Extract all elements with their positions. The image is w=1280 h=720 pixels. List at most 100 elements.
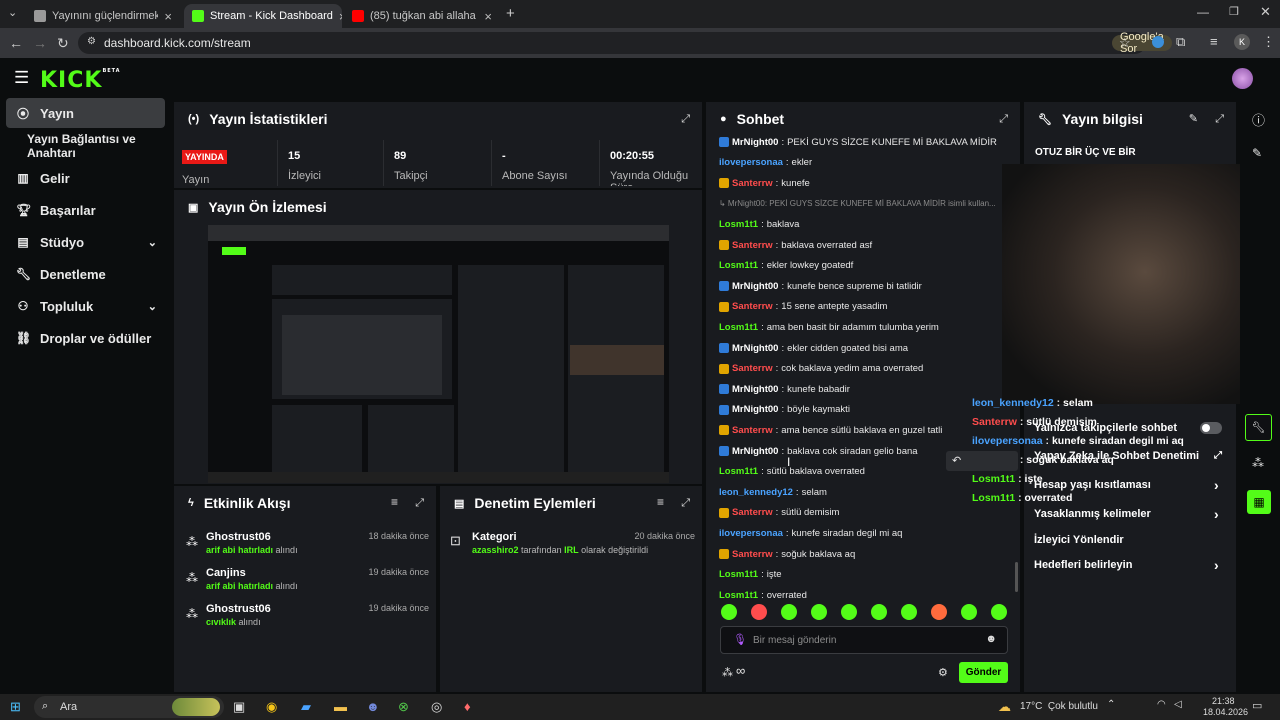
toggle-switch[interactable]	[1200, 422, 1222, 434]
new-tab-plus-icon[interactable]: +	[506, 5, 515, 22]
user-avatar[interactable]	[1232, 68, 1253, 89]
chat-username[interactable]: leon_kennedy12	[719, 487, 793, 498]
settings-gear-icon[interactable]: ⚙	[938, 666, 948, 679]
microphone-icon[interactable]: 🎙︎	[733, 633, 747, 646]
chat-message[interactable]: ilovepersonaa: ekler	[719, 154, 1009, 172]
emoji-icon[interactable]: ☻	[985, 633, 997, 645]
tab-search-chevron-icon[interactable]: ⌄	[8, 6, 17, 19]
reload-icon[interactable]: ↻	[57, 35, 69, 52]
chat-message[interactable]: Losm1t1: ama ben basit bir adamım tulumba…	[719, 318, 1009, 336]
chat-username[interactable]: Santerrw	[732, 363, 773, 374]
minimize-icon[interactable]: —	[1197, 5, 1209, 19]
browser-tab-2[interactable]: Stream - Kick Dashboard ×	[184, 4, 342, 28]
close-icon[interactable]: ×	[164, 9, 172, 24]
browser-tab-3[interactable]: (85) tuğkan abi allaha sövüyor ×	[344, 4, 500, 28]
expand-icon[interactable]: ⤢	[415, 497, 424, 510]
wifi-icon[interactable]: ◠	[1157, 699, 1166, 710]
xbox-icon[interactable]: ⊗	[398, 699, 409, 715]
expand-icon[interactable]: ⤢	[681, 497, 690, 510]
profile-avatar[interactable]: K	[1234, 34, 1250, 50]
emote-icon[interactable]	[871, 604, 887, 620]
chat-username[interactable]: Losm1t1	[719, 590, 758, 601]
expand-icon[interactable]: ⤢	[1215, 113, 1224, 126]
hamburger-menu-icon[interactable]: ☰	[14, 68, 29, 88]
expand-icon[interactable]: ⤢	[681, 113, 690, 126]
site-info-icon[interactable]: ⚙	[87, 36, 96, 47]
chat-username[interactable]: MrNight00	[732, 281, 778, 292]
discord-icon[interactable]: ☻	[366, 699, 380, 714]
chat-message[interactable]: Losm1t1: baklava	[719, 215, 1009, 233]
task-view-icon[interactable]: ▣	[233, 699, 245, 715]
chat-message[interactable]: Santerrw: kunefe	[719, 174, 1009, 192]
infinity-icon[interactable]: ∞	[736, 663, 745, 678]
pencil-icon[interactable]: ✎	[1252, 146, 1262, 160]
chat-message[interactable]: Santerrw: ama bence sütlü baklava en guze…	[719, 421, 1009, 439]
browser-menu-icon[interactable]: ⋮	[1262, 34, 1275, 50]
emote-icon[interactable]	[811, 604, 827, 620]
chat-message[interactable]: Santerrw: sütlü demisim	[719, 504, 1009, 522]
chat-message[interactable]: MrNight00: PEKİ GUYS SİZCE KUNEFE Mİ BAKL…	[719, 133, 1009, 151]
emote-icon[interactable]	[901, 604, 917, 620]
chat-message[interactable]: MrNight00: ekler cidden goated bisi ama	[719, 339, 1009, 357]
chat-message[interactable]: MrNight00: kunefe babadir	[719, 380, 1009, 398]
chat-username[interactable]: ilovepersonaa	[719, 157, 783, 168]
extensions-puzzle-icon[interactable]: ⧉	[1176, 34, 1185, 50]
store-icon[interactable]: ▰	[301, 699, 311, 715]
chat-username[interactable]: MrNight00	[732, 384, 778, 395]
chat-message[interactable]: MrNight00: böyle kaymakti	[719, 401, 1009, 419]
chat-message[interactable]: Santerrw: baklava overrated asf	[719, 236, 1009, 254]
chat-username[interactable]: MrNight00	[732, 343, 778, 354]
chat-message[interactable]: Losm1t1: işte	[719, 566, 1009, 584]
chat-username[interactable]: MrNight00	[732, 446, 778, 457]
edit-pencil-icon[interactable]: ✎	[1189, 112, 1198, 125]
send-button[interactable]: Gönder	[959, 662, 1008, 683]
chat-username[interactable]: MrNight00	[732, 137, 778, 148]
chat-username[interactable]: ilovepersonaa	[719, 528, 783, 539]
chat-input[interactable]: 🎙︎ Bir mesaj gönderin ☻	[720, 626, 1008, 654]
file-explorer-icon[interactable]: ▬	[334, 699, 347, 714]
clapper-button[interactable]: ▦	[1247, 490, 1271, 514]
sidebar-item-yayin[interactable]: ⦿ Yayın	[6, 98, 165, 128]
goals-row[interactable]: Hedefleri belirleyin ›	[1034, 555, 1224, 575]
browser-tab-1[interactable]: Yayınını güçlendirmek için en iyi ×	[26, 4, 180, 28]
kick-logo[interactable]: KICKBETA	[40, 68, 121, 93]
expand-icon[interactable]: ⤢	[999, 113, 1008, 126]
chat-reply-context[interactable]: ↳ MrNight00: PEKİ GUYS SİZCE KUNEFE Mİ B…	[719, 195, 1009, 213]
emote-icon[interactable]	[931, 604, 947, 620]
emote-icon[interactable]	[991, 604, 1007, 620]
sidebar-item-droplar[interactable]: ⛓ Droplar ve ödüller	[6, 323, 165, 353]
chat-message[interactable]: ilovepersonaa: kunefe siradan degil mi aq	[719, 524, 1009, 542]
chat-username[interactable]: Losm1t1	[719, 322, 758, 333]
obs-icon[interactable]: ◎	[431, 699, 442, 715]
chat-message[interactable]: Santerrw:15 sene antepte yasadim	[719, 298, 1009, 316]
chrome-icon[interactable]: ◉	[266, 699, 277, 715]
chat-message[interactable]: Santerrw: cok baklava yedim ama overrated	[719, 360, 1009, 378]
reading-list-icon[interactable]: ≡	[1210, 34, 1218, 49]
chat-username[interactable]: Santerrw	[732, 301, 773, 312]
stream-preview-video[interactable]	[208, 225, 669, 483]
clock-date[interactable]: 18.04.2026	[1203, 707, 1248, 717]
close-icon[interactable]: ×	[484, 9, 492, 24]
emote-icon[interactable]	[721, 604, 737, 620]
drops-icon[interactable]: ⁂	[1252, 456, 1264, 470]
bookmark-star-icon[interactable]: ☆	[1119, 35, 1131, 51]
emote-icon[interactable]	[961, 604, 977, 620]
sidebar-item-basarilar[interactable]: 🏆︎ Başarılar	[6, 195, 165, 225]
filter-icon[interactable]: ≡	[391, 495, 398, 509]
chat-username[interactable]: Losm1t1	[719, 260, 758, 271]
chat-username[interactable]: Santerrw	[732, 425, 773, 436]
url-omnibox[interactable]: ⚙ dashboard.kick.com/stream Google'a Sor…	[78, 31, 1172, 55]
reply-icon[interactable]: ↶	[952, 454, 961, 467]
chat-message[interactable]: Losm1t1: overrated	[719, 586, 1009, 604]
clock-time[interactable]: 21:38	[1212, 696, 1235, 706]
chat-username[interactable]: Santerrw	[732, 549, 773, 560]
moderation-tool-button[interactable]: 🔧︎	[1245, 414, 1272, 441]
emote-icon[interactable]	[751, 604, 767, 620]
extension-icon-1[interactable]	[1152, 36, 1164, 48]
chat-username[interactable]: Losm1t1	[719, 219, 758, 230]
chat-username[interactable]: Santerrw	[732, 178, 773, 189]
notification-icon[interactable]: ▭	[1252, 699, 1262, 712]
chat-username[interactable]: Santerrw	[732, 507, 773, 518]
back-arrow-icon[interactable]: ←	[9, 35, 23, 51]
chat-message[interactable]: Santerrw: soğuk baklava aq	[719, 545, 1009, 563]
